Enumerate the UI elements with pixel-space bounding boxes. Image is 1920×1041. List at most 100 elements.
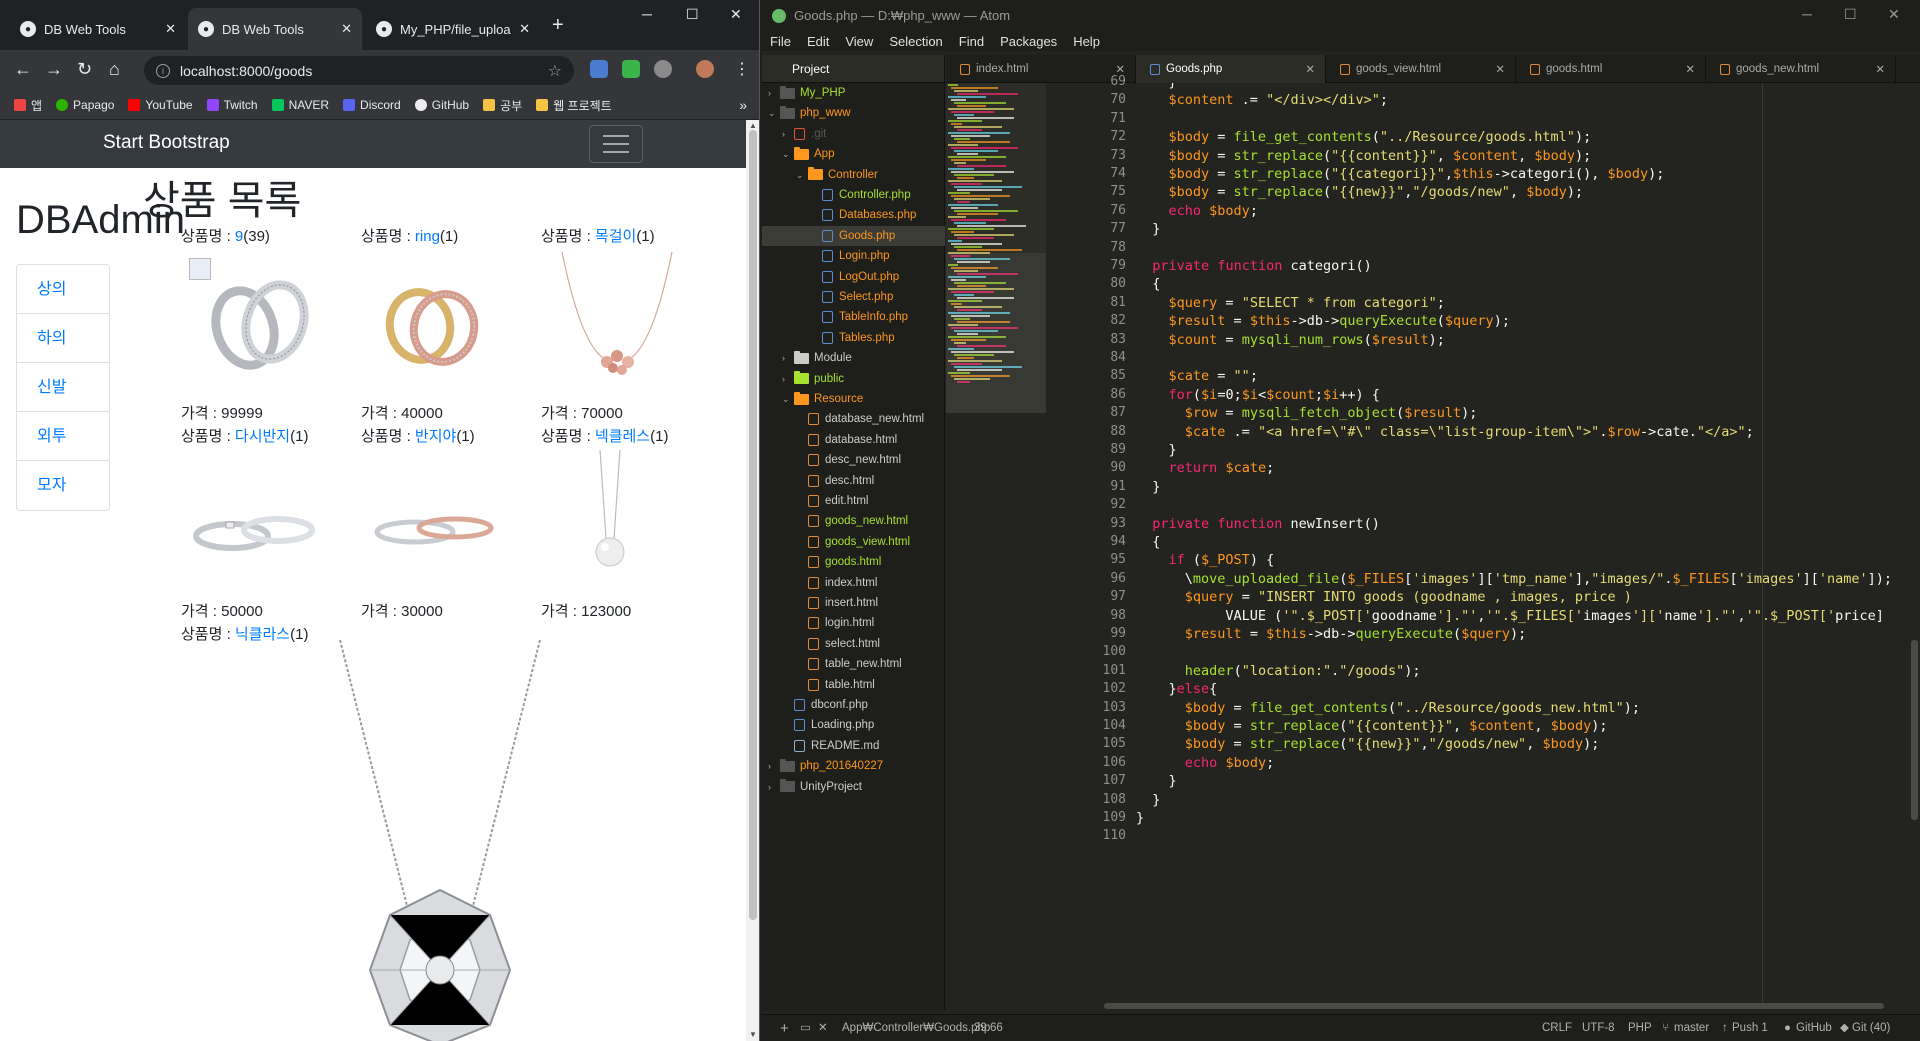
code-line[interactable]: $body = str_replace("{{content}}", $cont… [1136, 147, 1592, 165]
menu-item[interactable]: Edit [807, 34, 829, 49]
adblock-extension-icon[interactable] [622, 60, 640, 78]
code-line[interactable]: } [1136, 809, 1144, 827]
git-branch[interactable]: master [1674, 1015, 1709, 1041]
goods-link[interactable]: ring [415, 228, 440, 245]
close-tab-icon[interactable]: ✕ [1875, 62, 1885, 76]
tree-item[interactable]: › My_PHP [762, 83, 945, 103]
code-line[interactable]: private function newInsert() [1136, 515, 1380, 533]
goods-image-ring-flat[interactable] [190, 480, 320, 580]
tree-item[interactable]: LogOut.php [762, 267, 945, 287]
browser-tab-1[interactable]: ● DB Web Tools ✕ [10, 8, 186, 50]
back-icon[interactable]: ← [14, 59, 32, 80]
tree-item[interactable]: goods_view.html [762, 532, 945, 552]
tree-item[interactable]: README.md [762, 736, 945, 756]
close-window-icon[interactable]: ✕ [730, 6, 742, 23]
tree-item[interactable]: database_new.html [762, 409, 945, 429]
maximize-icon[interactable]: ☐ [1844, 6, 1857, 23]
editor-horizontal-scrollbar[interactable] [1104, 1003, 1884, 1009]
goods-image-necklace-large[interactable] [330, 640, 550, 1041]
tree-item[interactable]: table_new.html [762, 654, 945, 674]
chevron-right-icon[interactable]: › [782, 124, 794, 144]
code-line[interactable]: $body = str_replace("{{content}}", $cont… [1136, 717, 1608, 735]
close-tab-icon[interactable]: ✕ [1685, 62, 1695, 76]
code-line[interactable]: $body = str_replace("{{categori}}",$this… [1136, 165, 1665, 183]
scrollbar-thumb[interactable] [749, 130, 757, 920]
category-item[interactable]: 외투 [17, 412, 109, 461]
bookmark-naver[interactable]: NAVER [271, 98, 329, 112]
code-line[interactable]: $query = "INSERT INTO goods (goodname , … [1136, 588, 1632, 606]
github-panel[interactable]: GitHub [1796, 1015, 1832, 1041]
code-line[interactable]: $body = str_replace("{{new}}","/goods/ne… [1136, 183, 1584, 201]
goods-link[interactable]: 9 [235, 228, 243, 245]
menu-item[interactable]: Help [1073, 34, 1100, 49]
code-line[interactable]: \move_uploaded_file($_FILES['images']['t… [1136, 570, 1892, 588]
bookmark-discord[interactable]: Discord [343, 98, 401, 112]
close-tab-icon[interactable]: ✕ [1305, 62, 1315, 76]
bookmarks-overflow-icon[interactable]: » [739, 97, 747, 113]
tree-item[interactable]: Tables.php [762, 328, 945, 348]
reload-icon[interactable]: ↻ [77, 59, 92, 80]
scroll-down-icon[interactable]: ▼ [749, 1030, 757, 1039]
chevron-down-icon[interactable]: ⌄ [782, 389, 794, 409]
code-line[interactable]: }else{ [1136, 680, 1218, 698]
code-line[interactable]: $count = mysqli_num_rows($result); [1136, 331, 1445, 349]
editor-tab[interactable]: goods_view.html ✕ [1326, 55, 1516, 83]
add-project-icon[interactable]: + [780, 1015, 789, 1041]
navbar-brand[interactable]: Start Bootstrap [103, 132, 230, 154]
editor-tab[interactable]: goods.html ✕ [1516, 55, 1706, 83]
code-line[interactable]: $cate = ""; [1136, 367, 1258, 385]
code-line[interactable]: { [1136, 533, 1160, 551]
code-line[interactable]: VALUE ('".$_POST['goodname']."','".$_FIL… [1136, 607, 1883, 625]
code-line[interactable]: } [1136, 220, 1160, 238]
tree-item[interactable]: ⌄ App [762, 144, 945, 164]
category-item[interactable]: 신발 [17, 363, 109, 412]
shield-extension-icon[interactable] [590, 60, 608, 78]
code-line[interactable]: $result = $this->db->queryExecute($query… [1136, 625, 1526, 643]
tree-item[interactable]: › php_201640227 [762, 756, 945, 776]
git-panel[interactable]: Git (40) [1852, 1015, 1890, 1041]
encoding[interactable]: UTF-8 [1582, 1015, 1615, 1041]
tree-item[interactable]: Controller.php [762, 185, 945, 205]
maximize-icon[interactable]: ☐ [686, 6, 699, 23]
close-tab-icon[interactable]: ✕ [165, 21, 176, 37]
info-icon[interactable]: i [156, 63, 170, 78]
goods-link[interactable]: 목걸이 [595, 228, 636, 245]
goods-image-necklace-rose[interactable] [552, 250, 682, 385]
tree-view-header[interactable]: Project [762, 55, 944, 83]
tree-item[interactable]: › UnityProject [762, 777, 945, 797]
code-line[interactable]: header("location:"."/goods"); [1136, 662, 1421, 680]
close-window-icon[interactable]: ✕ [1888, 6, 1900, 23]
chevron-right-icon[interactable]: › [782, 369, 794, 389]
chevron-right-icon[interactable]: › [782, 348, 794, 368]
grammar[interactable]: PHP [1628, 1015, 1652, 1041]
forward-icon[interactable]: → [45, 59, 63, 80]
chevron-down-icon[interactable]: ⌄ [782, 144, 794, 164]
tree-item[interactable]: ⌄ Resource [762, 389, 945, 409]
menu-item[interactable]: File [770, 34, 791, 49]
minimap[interactable] [946, 83, 1046, 413]
file-path[interactable]: App₩Controller₩Goods.php [842, 1015, 990, 1041]
bookmark-twitch[interactable]: Twitch [206, 98, 258, 112]
menu-item[interactable]: Selection [889, 34, 942, 49]
close-tab-icon[interactable]: ✕ [341, 21, 352, 37]
close-panel-icon[interactable]: ✕ [818, 1015, 828, 1041]
chevron-right-icon[interactable]: › [768, 756, 780, 776]
minimize-icon[interactable]: ─ [1802, 6, 1812, 22]
new-tab-icon[interactable]: + [552, 14, 564, 37]
tree-item[interactable]: index.html [762, 573, 945, 593]
code-editor[interactable]: } $content .= "</div></div>"; $body = fi… [1126, 83, 1920, 1003]
menu-item[interactable]: Packages [1000, 34, 1057, 49]
editor-vertical-scrollbar[interactable] [1911, 640, 1918, 820]
code-line[interactable]: $query = "SELECT * from categori"; [1136, 294, 1445, 312]
tree-item[interactable]: desc.html [762, 471, 945, 491]
bookmark-youtube[interactable]: YouTube [128, 98, 193, 112]
code-line[interactable]: } [1136, 441, 1177, 459]
code-line[interactable]: { [1136, 275, 1160, 293]
goods-image-ring-twist[interactable] [370, 490, 500, 570]
minimize-icon[interactable]: ─ [642, 6, 652, 22]
menu-icon[interactable]: ⋮ [734, 59, 750, 79]
tree-item[interactable]: login.html [762, 613, 945, 633]
tree-item[interactable]: Databases.php [762, 205, 945, 225]
goods-image-ring-silver[interactable] [200, 270, 320, 380]
code-line[interactable]: } [1136, 791, 1160, 809]
